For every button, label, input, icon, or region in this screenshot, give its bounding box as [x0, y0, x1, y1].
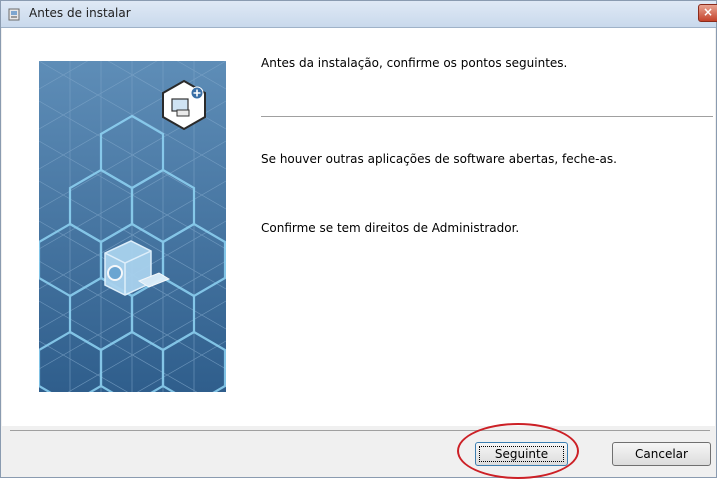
title-bar[interactable]: Antes de instalar × [1, 1, 717, 28]
installer-window: Antes de instalar × Antes da instalação,… [0, 0, 717, 479]
button-bar [2, 426, 715, 477]
window-title: Antes de instalar [29, 6, 131, 20]
cancel-button-label: Cancelar [635, 447, 688, 461]
next-button[interactable]: Seguinte [475, 442, 568, 466]
installer-icon [8, 8, 20, 21]
focus-rectangle [479, 446, 564, 462]
cancel-button[interactable]: Cancelar [612, 442, 711, 466]
installer-illustration [39, 61, 226, 392]
point-close-apps: Se houver outras aplicações de software … [261, 152, 617, 166]
intro-text: Antes da instalação, confirme os pontos … [261, 56, 568, 70]
footer-divider [10, 430, 710, 431]
close-button[interactable]: × [698, 4, 717, 22]
close-icon: × [703, 5, 714, 19]
point-admin-rights: Confirme se tem direitos de Administrado… [261, 221, 520, 235]
content-divider [261, 116, 713, 117]
